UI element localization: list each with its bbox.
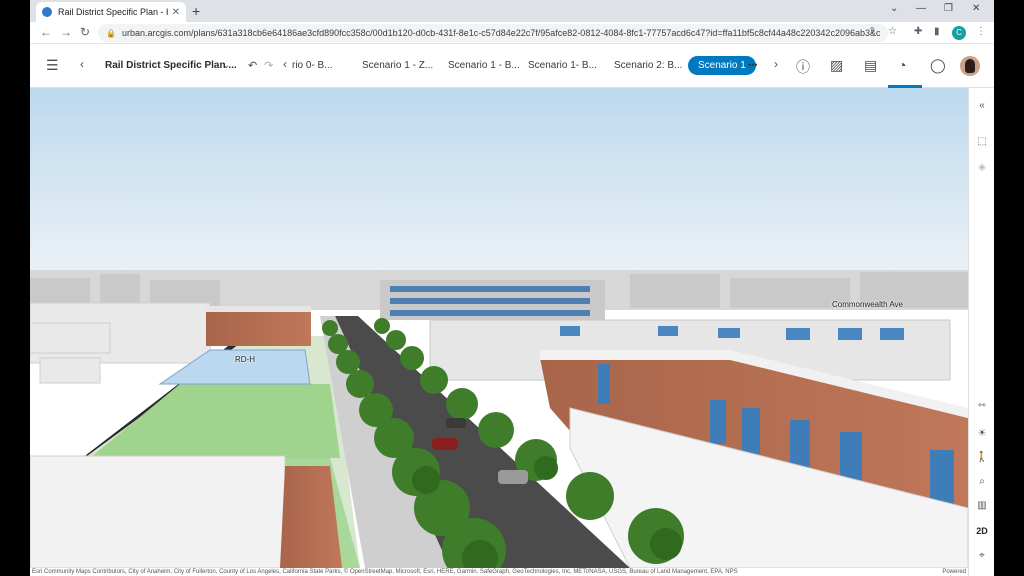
compass-icon[interactable]: ⌖ [969, 550, 994, 561]
scene-viewport[interactable]: Commonwealth Ave RD-H [30, 88, 968, 568]
hamburger-menu-icon[interactable]: ☰ [46, 57, 59, 74]
maximize-icon[interactable]: ❐ [944, 3, 953, 14]
address-bar-row: ← → ↻ 🔒 urban.arcgis.com/plans/631a318cb… [30, 22, 994, 44]
map-attribution: Esri Community Maps Contributors, City o… [30, 568, 968, 576]
scenario-tabs: rio 0- B... Scenario 1 - Z... Scenario 1… [292, 56, 772, 78]
collapse-panel-icon[interactable]: « [969, 100, 994, 111]
url-text: urban.arcgis.com/plans/631a318cb6e64186a… [121, 28, 880, 38]
scene-render[interactable] [30, 88, 968, 568]
tab-strip: Rail District Specific Plan - Housi ✕ + … [30, 0, 994, 22]
close-window-icon[interactable]: ✕ [972, 3, 980, 14]
zone-label: RD-H [235, 355, 255, 364]
street-label: Commonwealth Ave [832, 300, 903, 309]
powered-by-text: Powered [942, 569, 966, 575]
back-chevron-icon[interactable]: ‹ [80, 57, 84, 71]
tab-scenario-1-z[interactable]: Scenario 1 - Z... [362, 60, 433, 71]
minimize-icon[interactable]: — [916, 3, 926, 14]
app-toolbar: ☰ ‹ Rail District Specific Plan ... ⌄ ↶ … [30, 44, 994, 88]
close-tab-icon[interactable]: ✕ [172, 7, 180, 18]
reload-icon[interactable]: ↻ [80, 25, 90, 39]
browser-window: Rail District Specific Plan - Housi ✕ + … [30, 0, 994, 576]
zoom-search-icon[interactable]: ⌕ [969, 476, 994, 487]
forward-icon[interactable]: → [60, 25, 72, 39]
select-tool-icon[interactable]: ⬚ [969, 136, 994, 147]
dashboard-pie-icon[interactable]: ◔ [898, 57, 906, 73]
browser-tab[interactable]: Rail District Specific Plan - Housi ✕ [36, 2, 186, 22]
browser-menu-icon[interactable]: ⋮ [976, 26, 986, 37]
tab-title: Rail District Specific Plan - Housi [58, 7, 168, 17]
info-icon[interactable]: ⓘ [796, 57, 810, 77]
daylight-icon[interactable]: ☀ [969, 428, 994, 439]
walk-mode-icon[interactable]: 🚶 [969, 452, 994, 463]
redo-icon[interactable]: ↷ [264, 59, 273, 72]
profile-avatar[interactable]: C [952, 26, 966, 40]
letterbox-left [0, 0, 30, 576]
tab-scenario-1-b[interactable]: Scenario 1 - B... [448, 60, 520, 71]
back-icon[interactable]: ← [40, 25, 52, 39]
undo-icon[interactable]: ↶ [248, 59, 257, 72]
tab-search-icon[interactable]: ⌄ [890, 3, 898, 14]
bookmark-star-icon[interactable]: ☆ [888, 26, 897, 37]
right-tool-rail: « ⬚ ◈ ⇿ ☀ 🚶 ⌕ ▥ 2D ⌖ [968, 88, 994, 576]
url-field[interactable]: 🔒 urban.arcgis.com/plans/631a318cb6e6418… [98, 24, 888, 42]
extensions-icon[interactable]: ✚ [914, 26, 922, 37]
texture-icon[interactable]: ▨ [830, 57, 843, 74]
chevron-down-icon[interactable]: ⌄ [222, 60, 230, 71]
arcgis-favicon-icon [42, 7, 52, 17]
tab-scenario-1-b2[interactable]: Scenario 1- B... [528, 60, 597, 71]
side-panel-icon[interactable]: ▮ [934, 26, 940, 37]
tab-scenario-2[interactable]: Scenario 2: B... [614, 60, 682, 71]
plan-title[interactable]: Rail District Specific Plan ... [105, 60, 237, 71]
elevation-icon[interactable]: ▥ [969, 500, 994, 511]
scroll-left-icon[interactable]: ‹ [283, 57, 287, 71]
tab-scenario-0[interactable]: rio 0- B... [292, 60, 333, 71]
measure-icon[interactable]: ⇿ [969, 400, 994, 411]
scroll-right-icon[interactable]: › [774, 57, 778, 71]
letterbox-right [994, 0, 1024, 576]
tab-scenario-active[interactable]: Scenario 1 [688, 56, 756, 75]
user-avatar[interactable] [960, 56, 980, 76]
table-icon[interactable]: ▤ [864, 57, 877, 74]
comments-icon[interactable]: ◯ [930, 57, 946, 74]
share-icon[interactable]: ⇪ [868, 26, 876, 37]
more-scenarios-icon[interactable]: ••• [748, 60, 757, 70]
new-tab-icon[interactable]: + [192, 3, 200, 19]
layers-tool-icon[interactable]: ◈ [969, 162, 994, 173]
lock-icon: 🔒 [106, 28, 116, 38]
toggle-2d-button[interactable]: 2D [969, 526, 994, 536]
